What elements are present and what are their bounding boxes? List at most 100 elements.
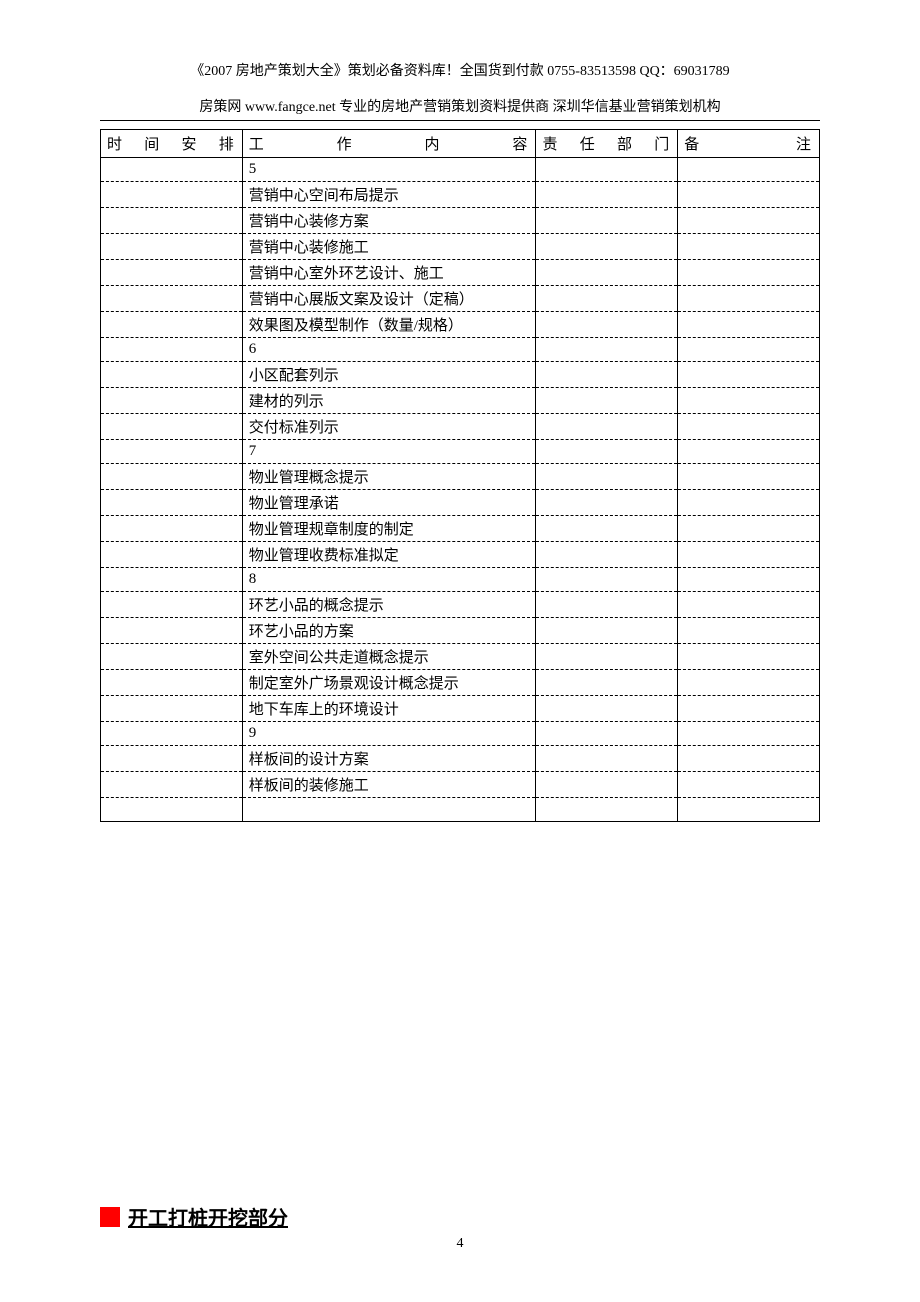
cell-dept	[536, 440, 678, 464]
cell-time	[101, 414, 243, 440]
header-rule	[100, 120, 820, 121]
cell-dept	[536, 362, 678, 388]
cell-dept	[536, 414, 678, 440]
cell-content: 制定室外广场景观设计概念提示	[242, 670, 536, 696]
table-row: 室外空间公共走道概念提示	[101, 644, 820, 670]
cell-note	[678, 516, 820, 542]
cell-dept	[536, 696, 678, 722]
cell-note	[678, 440, 820, 464]
cell-time	[101, 182, 243, 208]
cell-content: 7	[242, 440, 536, 464]
cell-dept	[536, 644, 678, 670]
cell-content: 交付标准列示	[242, 414, 536, 440]
cell-content: 效果图及模型制作（数量/规格）	[242, 312, 536, 338]
cell-note	[678, 388, 820, 414]
table-row: 样板间的设计方案	[101, 746, 820, 772]
cell-content: 营销中心装修方案	[242, 208, 536, 234]
table-row: 5	[101, 158, 820, 182]
cell-time	[101, 208, 243, 234]
cell-time	[101, 440, 243, 464]
cell-content: 建材的列示	[242, 388, 536, 414]
th-dept: 责任部门	[536, 130, 678, 158]
table-row: 7	[101, 440, 820, 464]
red-square-icon	[100, 1207, 120, 1227]
table-row: 营销中心装修方案	[101, 208, 820, 234]
table-row: 环艺小品的方案	[101, 618, 820, 644]
cell-note	[678, 312, 820, 338]
cell-dept	[536, 182, 678, 208]
cell-dept	[536, 772, 678, 798]
cell-content: 6	[242, 338, 536, 362]
cell-time	[101, 746, 243, 772]
cell-note	[678, 722, 820, 746]
cell-dept	[536, 464, 678, 490]
cell-content: 8	[242, 568, 536, 592]
table-row: 环艺小品的概念提示	[101, 592, 820, 618]
cell-note	[678, 208, 820, 234]
cell-note	[678, 286, 820, 312]
page-number: 4	[0, 1236, 920, 1252]
table-header-row: 时间安排 工作内容 责任部门 备注	[101, 130, 820, 158]
cell-time	[101, 516, 243, 542]
cell-content: 物业管理承诺	[242, 490, 536, 516]
cell-content: 物业管理收费标准拟定	[242, 542, 536, 568]
cell-content: 样板间的设计方案	[242, 746, 536, 772]
cell-dept	[536, 618, 678, 644]
cell-note	[678, 772, 820, 798]
table-row: 小区配套列示	[101, 362, 820, 388]
cell-note	[678, 592, 820, 618]
cell-dept	[536, 208, 678, 234]
section-title: 开工打桩开挖部分	[128, 1202, 288, 1231]
cell-note	[678, 234, 820, 260]
table-row: 营销中心空间布局提示	[101, 182, 820, 208]
cell-dept	[536, 722, 678, 746]
cell-dept	[536, 746, 678, 772]
table-row	[101, 798, 820, 822]
cell-content: 室外空间公共走道概念提示	[242, 644, 536, 670]
cell-time	[101, 338, 243, 362]
cell-content: 5	[242, 158, 536, 182]
cell-note	[678, 670, 820, 696]
cell-note	[678, 542, 820, 568]
table-row: 营销中心室外环艺设计、施工	[101, 260, 820, 286]
table-row: 营销中心展版文案及设计（定稿）	[101, 286, 820, 312]
table-row: 样板间的装修施工	[101, 772, 820, 798]
table-row: 地下车库上的环境设计	[101, 696, 820, 722]
table-row: 营销中心装修施工	[101, 234, 820, 260]
cell-note	[678, 696, 820, 722]
table-row: 8	[101, 568, 820, 592]
cell-dept	[536, 798, 678, 822]
cell-dept	[536, 670, 678, 696]
section-heading: 开工打桩开挖部分	[100, 1202, 820, 1231]
cell-dept	[536, 260, 678, 286]
table-row: 制定室外广场景观设计概念提示	[101, 670, 820, 696]
cell-note	[678, 414, 820, 440]
cell-note	[678, 362, 820, 388]
cell-dept	[536, 592, 678, 618]
cell-time	[101, 542, 243, 568]
table-row: 物业管理承诺	[101, 490, 820, 516]
table-row: 6	[101, 338, 820, 362]
table-row: 9	[101, 722, 820, 746]
cell-dept	[536, 338, 678, 362]
cell-dept	[536, 286, 678, 312]
schedule-table: 时间安排 工作内容 责任部门 备注 5营销中心空间布局提示营销中心装修方案营销中…	[100, 129, 820, 822]
cell-note	[678, 464, 820, 490]
cell-dept	[536, 158, 678, 182]
cell-content	[242, 798, 536, 822]
cell-note	[678, 260, 820, 286]
table-row: 交付标准列示	[101, 414, 820, 440]
cell-note	[678, 568, 820, 592]
table-row: 物业管理概念提示	[101, 464, 820, 490]
cell-time	[101, 286, 243, 312]
cell-note	[678, 158, 820, 182]
cell-dept	[536, 388, 678, 414]
cell-note	[678, 338, 820, 362]
th-time: 时间安排	[101, 130, 243, 158]
cell-content: 物业管理概念提示	[242, 464, 536, 490]
cell-time	[101, 798, 243, 822]
cell-note	[678, 644, 820, 670]
cell-note	[678, 490, 820, 516]
cell-time	[101, 772, 243, 798]
cell-content: 环艺小品的概念提示	[242, 592, 536, 618]
